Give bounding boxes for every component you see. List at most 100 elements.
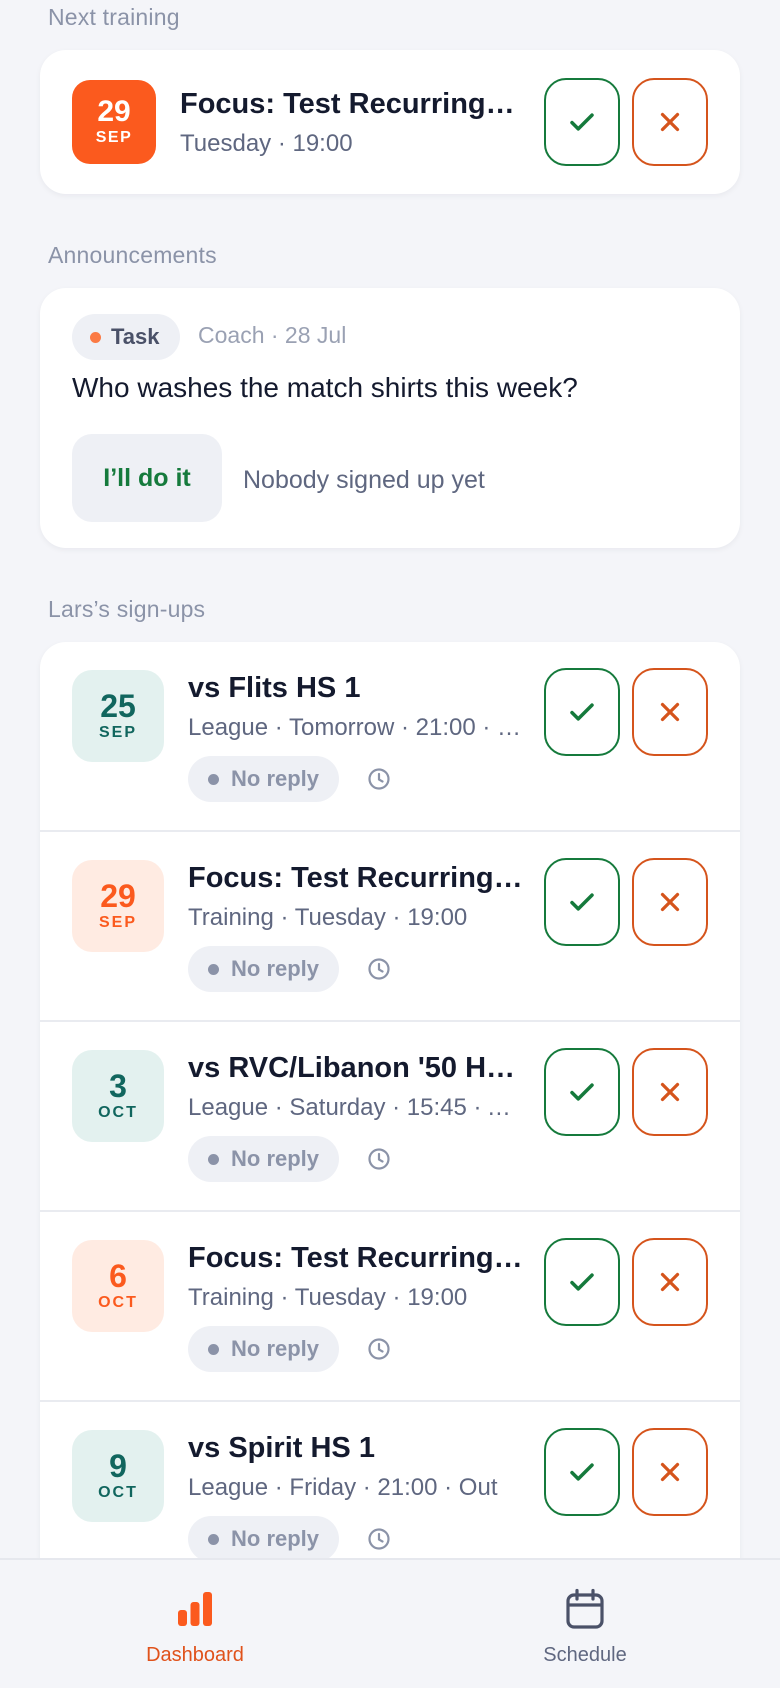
event-subtitle: League · Tomorrow · 21:00 · Home: [188, 714, 524, 741]
accept-button[interactable]: [544, 1428, 620, 1516]
clock-icon: [368, 1338, 390, 1360]
nav-schedule[interactable]: Schedule: [390, 1560, 780, 1688]
event-title: Focus: Test Recurring Training: [188, 862, 524, 894]
accept-button[interactable]: [544, 858, 620, 946]
nav-dashboard-label: Dashboard: [146, 1644, 244, 1666]
check-icon: [570, 113, 594, 131]
close-icon: [660, 892, 680, 912]
event-title: vs Spirit HS 1: [188, 1432, 375, 1464]
date-month: SEP: [95, 129, 133, 146]
reply-status-badge[interactable]: No reply: [188, 1136, 340, 1182]
reply-status-label: No reply: [231, 956, 320, 981]
accept-button[interactable]: [544, 668, 620, 756]
volunteer-button[interactable]: I’ll do it: [72, 434, 222, 522]
nav-dashboard[interactable]: Dashboard: [0, 1560, 390, 1688]
signups-list: 25 SEP vs Flits HS 1 League · Tomorrow · 21…: [40, 642, 740, 1562]
event-day: 3: [109, 1068, 127, 1104]
next-training-title: Focus: Test Recurring Training: [180, 88, 518, 120]
clock-icon: [368, 768, 390, 790]
check-icon: [570, 893, 594, 911]
signup-row[interactable]: 9 OCT vs Spirit HS 1 League · Friday · 21:0…: [40, 1402, 740, 1562]
decline-button[interactable]: [632, 668, 708, 756]
date-day: 29: [97, 95, 131, 128]
event-subtitle: League · Friday · 21:00 · Out: [188, 1474, 498, 1501]
announcement-card: Task Coach · 28 Jul Who washes the match…: [40, 288, 740, 548]
reply-dot: [208, 1533, 219, 1545]
event-day: 29: [100, 878, 136, 914]
clock-icon: [368, 1528, 390, 1550]
reply-status-badge[interactable]: No reply: [188, 946, 340, 992]
event-subtitle: Training · Tuesday · 19:00: [188, 1284, 468, 1311]
event-month: OCT: [98, 1484, 138, 1501]
check-icon: [570, 703, 594, 721]
event-day: 25: [100, 688, 136, 724]
event-title: vs RVC/Libanon '50 HS 1: [188, 1052, 524, 1084]
tag-dot: [90, 331, 101, 343]
close-icon: [660, 1272, 680, 1292]
reply-status-badge[interactable]: No reply: [188, 1516, 340, 1562]
signups-label: Lars’s sign-ups: [48, 596, 206, 622]
reply-dot: [208, 963, 219, 975]
event-subtitle: Training · Tuesday · 19:00: [188, 904, 468, 931]
signup-row[interactable]: 25 SEP vs Flits HS 1 League · Tomorrow · 21…: [40, 642, 740, 832]
dashboard-screen: Next training 29 SEP Focus: Test Recurri…: [0, 0, 780, 1688]
next-training-date: 29 SEP: [72, 80, 156, 164]
clock-icon: [368, 958, 390, 980]
calendar-icon: [566, 1588, 604, 1629]
event-month: SEP: [98, 914, 137, 931]
event-title: vs Flits HS 1: [188, 672, 361, 704]
signup-row[interactable]: 29SEP Focus: Test Recurring Training Train…: [40, 832, 740, 1022]
check-icon: [570, 1083, 594, 1101]
reply-dot: [208, 773, 219, 785]
reply-status-label: No reply: [231, 1526, 320, 1551]
reply-status-label: No reply: [231, 766, 320, 791]
event-date-tile: 6 OCT: [72, 1240, 164, 1332]
event-day: 9: [109, 1448, 127, 1484]
event-subtitle: League · Saturday · 15:45 · Away: [188, 1094, 524, 1121]
nav-schedule-label: Schedule: [543, 1644, 627, 1666]
reply-status-label: No reply: [231, 1336, 320, 1361]
decline-button[interactable]: [632, 78, 708, 166]
next-training-label: Next training: [48, 4, 180, 30]
accept-button[interactable]: [544, 1238, 620, 1326]
next-training-card[interactable]: 29 SEP Focus: Test Recurring Training Tu…: [40, 50, 740, 194]
event-month: OCT: [98, 1294, 138, 1311]
event-date-tile: 25 SEP: [72, 670, 164, 762]
decline-button[interactable]: [632, 1048, 708, 1136]
clock-icon: [368, 1148, 390, 1170]
tag-label: Task: [111, 324, 160, 349]
signup-row[interactable]: 6OCT Focus: Test Recurring Training Traini…: [40, 1212, 740, 1402]
event-day: 6: [109, 1258, 127, 1294]
reply-status-badge[interactable]: No reply: [188, 1326, 340, 1372]
event-title: Focus: Test Recurring Training: [188, 1242, 524, 1274]
accept-button[interactable]: [544, 78, 620, 166]
event-date-tile: 9 OCT: [72, 1430, 164, 1522]
close-icon: [660, 702, 680, 722]
close-icon: [660, 1462, 680, 1482]
next-training-subtitle: Tuesday · 19:00: [180, 130, 353, 157]
decline-button[interactable]: [632, 1238, 708, 1326]
event-month: SEP: [98, 724, 137, 741]
task-tag: Task: [72, 314, 180, 360]
announcements-label: Announcements: [48, 242, 217, 268]
reply-dot: [208, 1153, 219, 1165]
check-icon: [570, 1273, 594, 1291]
close-icon: [660, 1082, 680, 1102]
signup-row[interactable]: 3 OCT vs RVC/Libanon '50 HS 1 League · Satu…: [40, 1022, 740, 1212]
reply-status-label: No reply: [231, 1146, 320, 1171]
close-icon: [660, 112, 680, 132]
event-date-tile: 29 SEP: [72, 860, 164, 952]
bottom-navigation: Dashboard Schedule: [0, 1558, 780, 1688]
announcement-status: Nobody signed up yet: [243, 466, 485, 494]
event-date-tile: 3 OCT: [72, 1050, 164, 1142]
decline-button[interactable]: [632, 1428, 708, 1516]
accept-button[interactable]: [544, 1048, 620, 1136]
check-icon: [570, 1463, 594, 1481]
event-month: OCT: [98, 1104, 138, 1121]
bar-chart-icon: [178, 1592, 212, 1626]
announcement-meta: Coach · 28 Jul: [198, 322, 347, 348]
reply-status-badge[interactable]: No reply: [188, 756, 340, 802]
reply-dot: [208, 1343, 219, 1355]
decline-button[interactable]: [632, 858, 708, 946]
announcement-text: Who washes the match shirts this week?: [72, 372, 578, 403]
